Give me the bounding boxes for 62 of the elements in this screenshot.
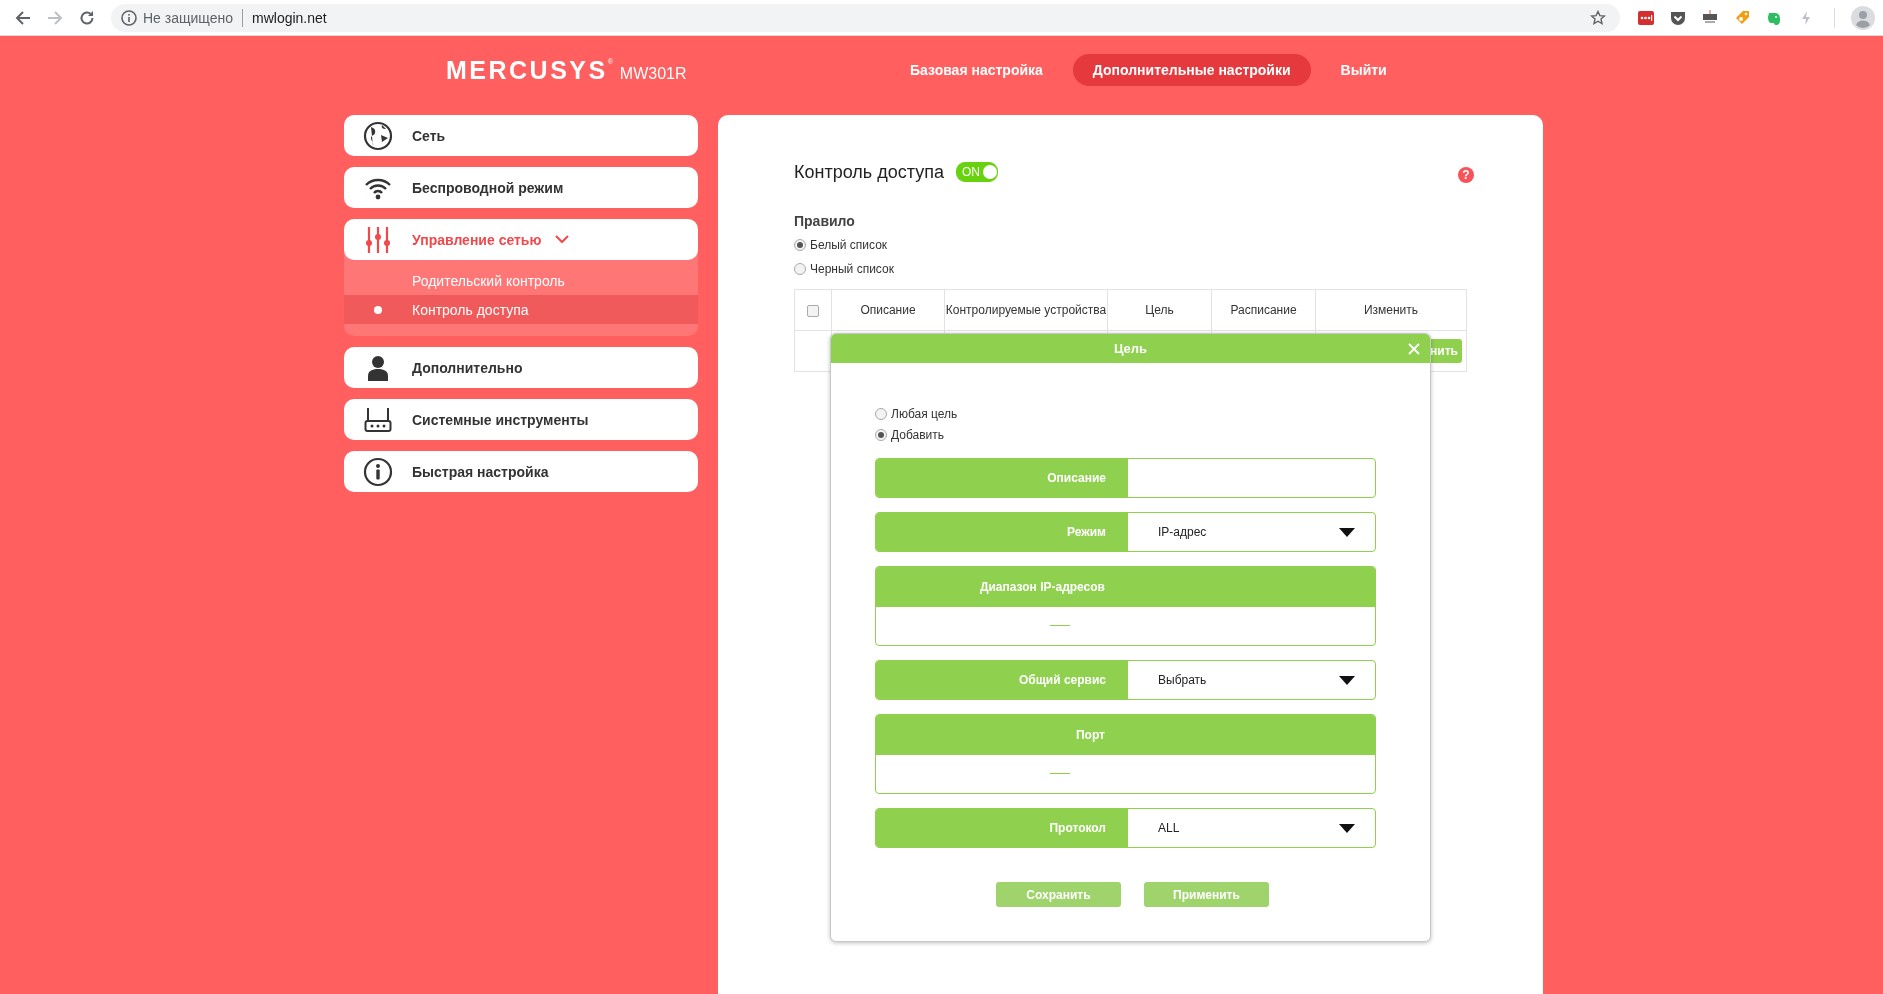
model-name: MW301R <box>619 64 687 83</box>
radio-label: Любая цель <box>891 406 958 421</box>
submenu-item[interactable]: Родительский контроль <box>344 266 698 295</box>
checkbox[interactable] <box>807 304 819 317</box>
dropdown-arrow-icon <box>1339 675 1355 685</box>
table-header-cell: Цель <box>1107 289 1212 331</box>
dropdown-arrow-icon <box>1339 823 1355 833</box>
person-icon <box>367 354 389 381</box>
brand-logo: MERCUSYS <box>446 55 608 85</box>
info-icon[interactable] <box>121 9 137 26</box>
field-label: Общий сервис <box>876 661 1128 699</box>
table-header-cell: Контролируемые устройства <box>944 289 1108 331</box>
radio-button[interactable] <box>875 407 887 420</box>
address-bar[interactable]: Не защищено mwlogin.net <box>111 3 1620 32</box>
submenu-item[interactable]: Контроль доступа <box>344 295 698 324</box>
forward-icon[interactable] <box>47 9 63 26</box>
dropdown[interactable]: IP-адрес <box>1128 513 1375 551</box>
nav-tab[interactable]: Дополнительные настройки <box>1072 54 1311 86</box>
table-header-cell: Описание <box>831 289 945 331</box>
url-text: mwlogin.net <box>252 9 327 26</box>
router-icon <box>364 406 392 433</box>
sliders-icon <box>365 225 391 254</box>
section-label: Правило <box>794 213 856 229</box>
extension-icon[interactable] <box>1702 9 1718 26</box>
tag-icon[interactable] <box>1734 9 1750 26</box>
pocket-icon[interactable] <box>1670 9 1686 26</box>
sidebar-item[interactable]: Беспроводной режим <box>344 167 698 208</box>
field-label: Режим <box>876 513 1128 551</box>
globe-icon <box>363 120 393 151</box>
page-title: Контроль доступа <box>794 161 944 183</box>
sidebar-item[interactable]: Системные инструменты <box>344 399 698 440</box>
radio-button[interactable] <box>794 263 806 275</box>
field-label: Протокол <box>876 809 1128 847</box>
sidebar-item[interactable]: Дополнительно <box>344 347 698 388</box>
close-icon[interactable] <box>1408 343 1420 355</box>
nav-tab[interactable]: Базовая настройка <box>890 54 1063 86</box>
star-icon[interactable] <box>1590 9 1606 26</box>
dots-extension-icon[interactable] <box>1638 9 1654 26</box>
radio-button[interactable] <box>875 428 887 441</box>
chevron-icon <box>555 235 570 244</box>
reload-icon[interactable] <box>79 9 95 26</box>
security-label: Не защищено <box>143 9 233 26</box>
field-label: Порт <box>876 715 1375 755</box>
radio-label: Черный список <box>810 262 894 276</box>
table-header-cell: Изменить <box>1315 289 1467 331</box>
avatar-icon[interactable] <box>1851 5 1875 30</box>
radio-label: Белый список <box>810 238 888 252</box>
back-icon[interactable] <box>15 9 31 26</box>
nav-tab[interactable]: Выйти <box>1320 54 1407 86</box>
info-icon <box>363 456 393 487</box>
dropdown[interactable]: Выбрать <box>1128 661 1375 699</box>
sidebar-item[interactable]: Быстрая настройка <box>344 451 698 492</box>
radio-button[interactable] <box>794 239 806 251</box>
help-button[interactable]: ? <box>1458 167 1474 183</box>
dropdown[interactable]: ALL <box>1128 809 1375 847</box>
radio-label: Добавить <box>891 427 945 442</box>
field-label: Диапазон IP-адресов <box>876 567 1375 607</box>
sidebar-item[interactable]: Управление сетью <box>344 219 698 260</box>
dropdown-arrow-icon <box>1339 527 1355 537</box>
dialog-title: Цель <box>1113 341 1148 356</box>
table-header-cell: Расписание <box>1211 289 1316 331</box>
sidebar-item[interactable]: Сеть <box>344 115 698 156</box>
